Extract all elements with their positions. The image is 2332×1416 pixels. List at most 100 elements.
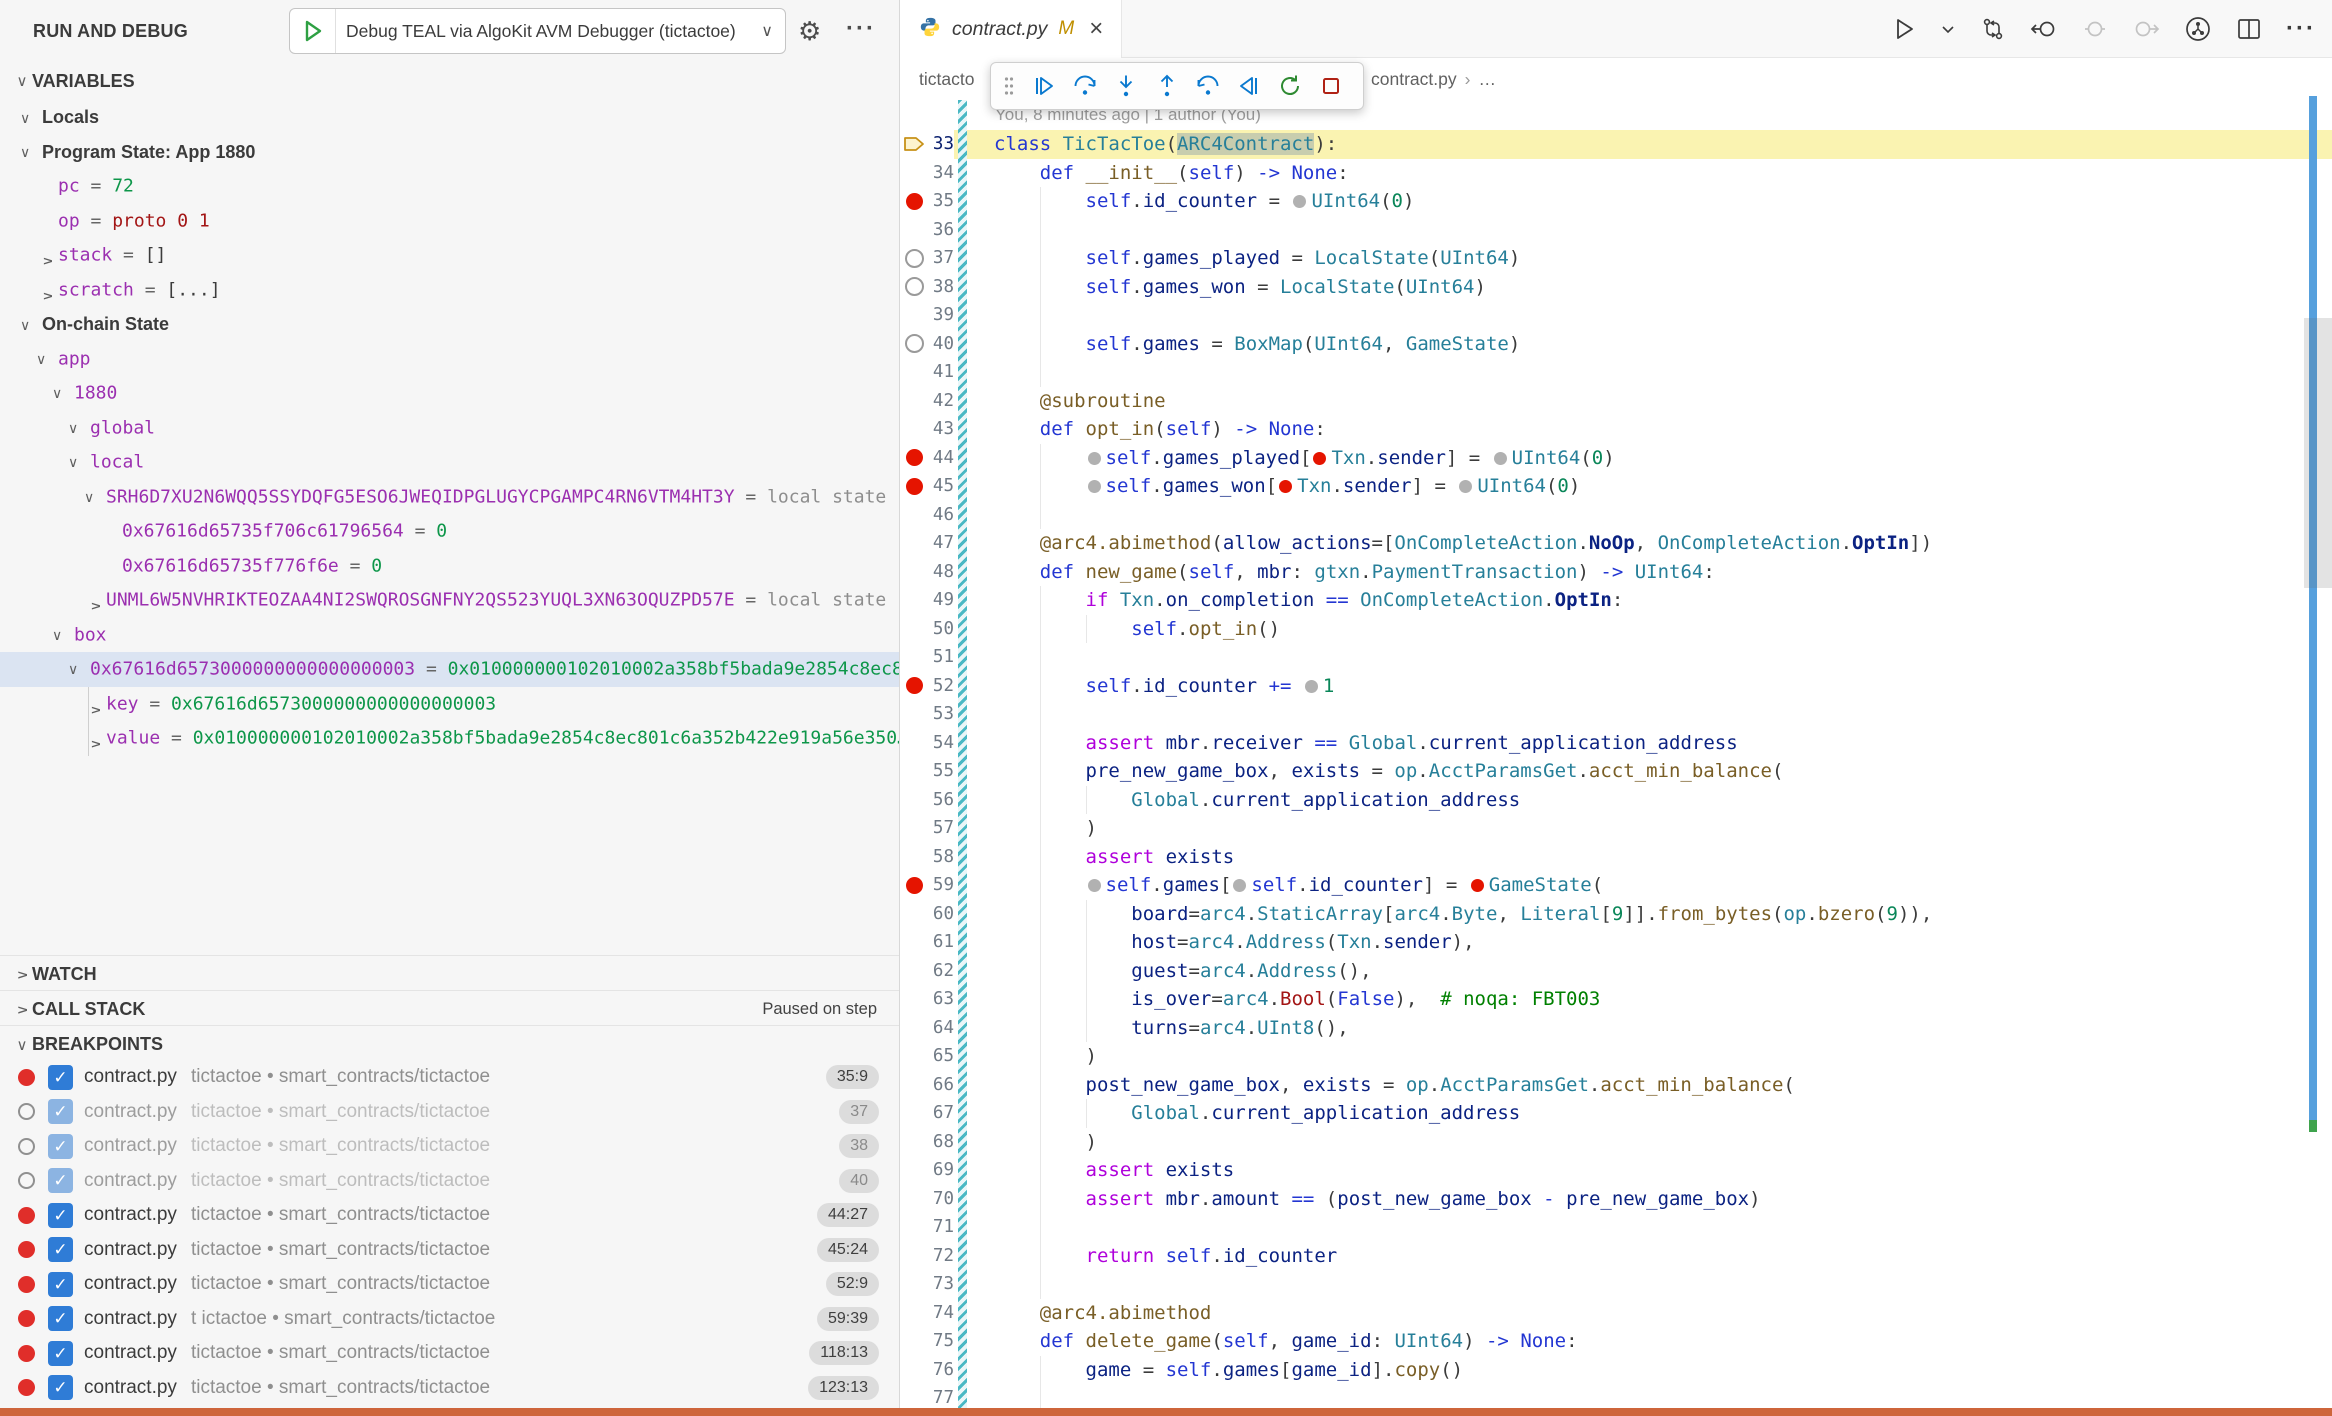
inline-breakpoint-candidate-icon[interactable]: [1233, 879, 1246, 892]
drag-handle-icon[interactable]: [1001, 69, 1017, 103]
breadcrumb-file[interactable]: contract.py›…: [1371, 58, 1496, 100]
code-line[interactable]: 69 assert exists: [901, 1156, 2332, 1185]
variable-row[interactable]: ∨value = 0x010000000102010002a358bf5bada…: [0, 721, 899, 756]
variable-row[interactable]: ∨SRH6D7XU2N6WQQ5SSYDQFG5ESO6JWEQIDPGLUGY…: [0, 480, 899, 515]
breakpoint-row[interactable]: ✓contract.pytictactoe • smart_contracts/…: [0, 1095, 899, 1130]
variable-row[interactable]: ∨Program State: App 1880: [0, 135, 899, 170]
code-line[interactable]: 55 pre_new_game_box, exists = op.AcctPar…: [901, 757, 2332, 786]
breakpoint-gutter[interactable]: [901, 501, 927, 530]
variable-row[interactable]: ∨pc = 72: [0, 169, 899, 204]
git-graph-icon[interactable]: [2184, 15, 2212, 43]
inline-breakpoint-candidate-icon[interactable]: [1088, 480, 1101, 493]
breakpoint-row[interactable]: ✓contract.pytictactoe • smart_contracts/…: [0, 1336, 899, 1371]
run-python-file-button[interactable]: [1892, 17, 1916, 41]
breakpoint-gutter[interactable]: [901, 1213, 927, 1242]
breakpoint-gutter[interactable]: [901, 957, 927, 986]
code-line[interactable]: 38 self.games_won = LocalState(UInt64): [901, 273, 2332, 302]
variable-row[interactable]: ∨0x67616d65735f706c61796564 = 0: [0, 514, 899, 549]
code-line[interactable]: 52 self.id_counter += 1: [901, 672, 2332, 701]
gear-icon[interactable]: ⚙: [798, 0, 821, 62]
breakpoint-gutter[interactable]: [901, 1327, 927, 1356]
breakpoint-row[interactable]: ✓contract.pytictactoe • smart_contracts/…: [0, 1060, 899, 1095]
code-line[interactable]: 33class TicTacToe(ARC4Contract):: [901, 130, 2332, 159]
breakpoint-row[interactable]: ✓contract.pytictactoe • smart_contracts/…: [0, 1198, 899, 1233]
variable-row[interactable]: ∨0x67616d65735f776f6e = 0: [0, 549, 899, 584]
next-change-icon[interactable]: [2132, 16, 2160, 42]
chevron-down-icon[interactable]: ∨: [68, 652, 90, 687]
debug-configuration-dropdown[interactable]: Debug TEAL via AlgoKit AVM Debugger (tic…: [289, 8, 786, 54]
code-line[interactable]: 48 def new_game(self, mbr: gtxn.PaymentT…: [901, 558, 2332, 587]
previous-change-icon[interactable]: [2030, 16, 2058, 42]
breakpoint-gutter[interactable]: [901, 814, 927, 843]
breakpoint-checkbox[interactable]: ✓: [48, 1168, 73, 1193]
current-statement-icon[interactable]: [901, 130, 927, 159]
stop-button[interactable]: [1317, 69, 1345, 103]
code-line[interactable]: 37 self.games_played = LocalState(UInt64…: [901, 244, 2332, 273]
breakpoint-icon[interactable]: [901, 871, 927, 900]
code-line[interactable]: 43 def opt_in(self) -> None:: [901, 415, 2332, 444]
git-compare-icon[interactable]: [1980, 16, 2006, 42]
code-line[interactable]: 34 def __init__(self) -> None:: [901, 159, 2332, 188]
breakpoint-checkbox[interactable]: ✓: [48, 1134, 73, 1159]
code-line[interactable]: 61 host=arc4.Address(Txn.sender),: [901, 928, 2332, 957]
chevron-down-icon[interactable]: ∨: [20, 135, 42, 169]
breakpoint-unverified-icon[interactable]: [901, 330, 927, 359]
step-into-button[interactable]: [1112, 69, 1140, 103]
code-line[interactable]: 35 self.id_counter = UInt64(0): [901, 187, 2332, 216]
variable-row[interactable]: ∨scratch = [...]: [0, 273, 899, 308]
code-line[interactable]: 53: [901, 700, 2332, 729]
chevron-down-icon[interactable]: ∨: [68, 445, 90, 480]
code-line[interactable]: 71: [901, 1213, 2332, 1242]
inline-breakpoint-icon[interactable]: [1313, 452, 1326, 465]
code-line[interactable]: 59 self.games[self.id_counter] = GameSta…: [901, 871, 2332, 900]
breakpoint-gutter[interactable]: [901, 985, 927, 1014]
breakpoint-gutter[interactable]: [901, 1299, 927, 1328]
breakpoint-gutter[interactable]: [901, 1156, 927, 1185]
breakpoint-row[interactable]: ✓contract.pytictactoe • smart_contracts/…: [0, 1129, 899, 1164]
breakpoint-gutter[interactable]: [901, 415, 927, 444]
breakpoint-gutter[interactable]: [901, 358, 927, 387]
code-line[interactable]: 56 Global.current_application_address: [901, 786, 2332, 815]
inline-breakpoint-candidate-icon[interactable]: [1293, 195, 1306, 208]
chevron-down-icon[interactable]: ∨: [20, 101, 42, 135]
breakpoint-gutter[interactable]: [901, 1071, 927, 1100]
code-line[interactable]: 74 @arc4.abimethod: [901, 1299, 2332, 1328]
breadcrumb-left-fragment[interactable]: tictacto: [919, 58, 974, 100]
variable-row[interactable]: ∨op = proto 0 1: [0, 204, 899, 239]
breakpoint-checkbox[interactable]: ✓: [48, 1306, 73, 1331]
code-line[interactable]: 72 return self.id_counter: [901, 1242, 2332, 1271]
breakpoint-gutter[interactable]: [901, 529, 927, 558]
continue-button[interactable]: [1030, 69, 1058, 103]
code-line[interactable]: 51: [901, 643, 2332, 672]
step-back-button[interactable]: [1194, 69, 1222, 103]
code-editor[interactable]: You, 8 minutes ago | 1 author (You) 33cl…: [901, 100, 2332, 1413]
step-out-button[interactable]: [1153, 69, 1181, 103]
step-over-button[interactable]: [1071, 69, 1099, 103]
inline-breakpoint-candidate-icon[interactable]: [1088, 879, 1101, 892]
breakpoint-gutter[interactable]: [901, 1014, 927, 1043]
variable-row[interactable]: ∨stack = []: [0, 238, 899, 273]
call-stack-section-header[interactable]: ∨ CALL STACK Paused on step: [0, 990, 899, 1028]
variable-row[interactable]: ∨box: [0, 618, 899, 653]
more-actions-icon[interactable]: ···: [2286, 15, 2316, 43]
watch-section-header[interactable]: ∨ WATCH: [0, 955, 899, 993]
code-line[interactable]: 75 def delete_game(self, game_id: UInt64…: [901, 1327, 2332, 1356]
reverse-continue-button[interactable]: [1235, 69, 1263, 103]
code-line[interactable]: 41: [901, 358, 2332, 387]
code-line[interactable]: 57 ): [901, 814, 2332, 843]
breakpoint-gutter[interactable]: [901, 1128, 927, 1157]
breakpoint-gutter[interactable]: [901, 786, 927, 815]
breakpoint-row[interactable]: ✓contract.pytictactoe • smart_contracts/…: [0, 1233, 899, 1268]
breakpoint-gutter[interactable]: [901, 1042, 927, 1071]
breakpoint-icon[interactable]: [901, 472, 927, 501]
breakpoint-gutter[interactable]: [901, 1356, 927, 1385]
variable-row[interactable]: ∨Locals: [0, 100, 899, 135]
more-actions-icon[interactable]: ···: [846, 0, 876, 62]
breakpoint-checkbox[interactable]: ✓: [48, 1203, 73, 1228]
variable-row[interactable]: ∨0x67616d6573000000000000000003 = 0x0100…: [0, 652, 899, 687]
breakpoint-gutter[interactable]: [901, 558, 927, 587]
inline-breakpoint-candidate-icon[interactable]: [1305, 680, 1318, 693]
current-change-icon[interactable]: [2082, 16, 2108, 42]
breakpoint-gutter[interactable]: [901, 729, 927, 758]
breakpoint-row[interactable]: ✓contract.pyt ictactoe • smart_contracts…: [0, 1302, 899, 1337]
